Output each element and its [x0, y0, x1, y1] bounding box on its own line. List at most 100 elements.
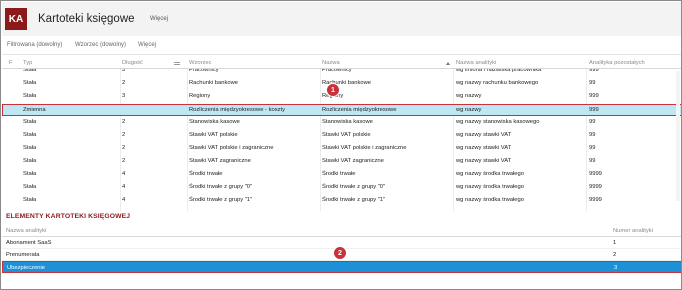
col-nazwa-analityki[interactable]: Nazwa analityki — [6, 228, 46, 234]
callout-badge-2: 2 — [333, 246, 347, 260]
cell-analityka: wg nazwy środka trwałego — [456, 171, 524, 177]
cell-analityka: wg nazwy stawki VAT — [456, 132, 512, 138]
filter-filtrowana[interactable]: Filtrowana (dowolny) — [7, 42, 62, 48]
cell-pozostale: 999 — [589, 69, 599, 73]
table-row[interactable]: Stała 4 Środki trwałe z grupy "0" Środki tr… — [2, 182, 681, 193]
cell-dlugosc: 3 — [122, 93, 126, 99]
cell-pozostale: 9999 — [589, 184, 602, 190]
filter-icon[interactable] — [174, 62, 180, 65]
cell-numer: 1 — [613, 240, 617, 246]
callout-badge-1: 1 — [326, 83, 340, 97]
table-row[interactable]: Stała 3 Pracownicy Pracownicy wg imiona i na… — [2, 69, 681, 76]
cell-dlugosc: 2 — [122, 158, 126, 164]
cell-nazwa: Środki trwałe z grupy "0" — [322, 184, 386, 190]
filter-more[interactable]: Więcej — [138, 42, 156, 48]
table-row[interactable]: Stała 4 Środki trwałe z grupy "1" Środki tr… — [2, 195, 681, 206]
table-row[interactable]: Stała 2 Stawki VAT polskie Stawki VAT polsk… — [2, 130, 681, 141]
cell-numer: 3 — [614, 265, 618, 271]
cell-wzorzec: Środki trwałe z grupy "0" — [189, 184, 253, 190]
cell-analityka: wg nazwy — [456, 93, 482, 99]
cell-nazwa: Środki trwałe — [322, 171, 356, 177]
cell-typ: Stała — [23, 80, 37, 86]
table-row[interactable]: Stała 2 Stanowiska kasowe Stanowiska kasowe… — [2, 117, 681, 128]
title-bar: KA Kartoteki księgowe Więcej — [2, 2, 681, 36]
cell-nazwa: Ubezpieczenie — [7, 265, 46, 271]
table-row[interactable]: Stała 2 Stawki VAT zagraniczne Stawki VAT z… — [2, 156, 681, 167]
cell-analityka: wg nazwy stanowiska kasowego — [456, 119, 540, 125]
cell-wzorzec: Regiony — [189, 93, 211, 99]
cell-wzorzec: Stawki VAT polskie — [189, 132, 238, 138]
cell-dlugosc: 3 — [122, 69, 126, 73]
cell-typ: Stała — [23, 132, 37, 138]
section-title: ELEMENTY KARTOTEKI KSIĘGOWEJ — [6, 213, 131, 220]
cell-dlugosc: 4 — [122, 197, 126, 203]
cell-pozostale: 9999 — [589, 197, 602, 203]
list-item-selected[interactable]: Ubezpieczenie 3 — [2, 261, 681, 273]
table-row[interactable]: Stała 2 Stawki VAT polskie i zagraniczne St… — [2, 143, 681, 154]
cell-analityka: wg nazwy stawki VAT — [456, 145, 512, 151]
cell-typ: Zmienna — [23, 107, 46, 113]
col-numer-analityki[interactable]: Numer analityki — [613, 228, 653, 234]
cell-nazwa: Środki trwałe z grupy "1" — [322, 197, 386, 203]
col-typ[interactable]: Typ — [23, 60, 32, 66]
col-wzorzec[interactable]: Wzorzec — [189, 60, 212, 66]
cell-wzorzec: Stanowiska kasowe — [189, 119, 240, 125]
table-header: F Typ Długość Wzorzec Nazwa Nazwa analit… — [2, 58, 681, 69]
cell-dlugosc: 4 — [122, 184, 126, 190]
app-window: KA Kartoteki księgowe Więcej Filtrowana … — [0, 0, 682, 290]
table-row[interactable]: Stała 4 Środki trwałe Środki trwałe wg nazwy… — [2, 169, 681, 180]
cell-typ: Stała — [23, 69, 37, 73]
table-row[interactable]: Stała3RegionyRegionywg nazwy999 — [2, 91, 681, 102]
cell-nazwa: Pracownicy — [322, 69, 352, 73]
col-nazwa[interactable]: Nazwa — [322, 60, 340, 66]
cell-analityka: wg nazwy — [456, 107, 482, 113]
col-analityka-pozostalych[interactable]: Analityka pozostałych — [589, 60, 645, 66]
cell-pozostale: 99 — [589, 132, 596, 138]
cell-dlugosc: 2 — [122, 145, 126, 151]
cell-nazwa: Rozliczenia międzyokresowe — [322, 107, 397, 113]
filter-wzorzec[interactable]: Wzorzec (dowolny) — [75, 42, 126, 48]
cell-pozostale: 99 — [589, 119, 596, 125]
cell-wzorzec: Pracownicy — [189, 69, 219, 73]
cell-dlugosc: 4 — [122, 171, 126, 177]
cell-typ: Stała — [23, 171, 37, 177]
elements-header: Nazwa analityki Numer analityki — [2, 226, 681, 237]
vertical-scrollbar[interactable] — [676, 71, 680, 201]
col-dlugosc[interactable]: Długość — [122, 60, 143, 66]
cell-analityka: wg imiona i nazwiska pracownika — [456, 69, 542, 73]
cell-pozostale: 99 — [589, 158, 596, 164]
cell-wzorzec: Rachunki bankowe — [189, 80, 238, 86]
cell-typ: Stała — [23, 93, 37, 99]
cell-nazwa: Stawki VAT zagraniczne — [322, 158, 384, 164]
table-row[interactable]: Stała 2 Rachunki bankowe Rachunki bankowe wg… — [2, 78, 681, 89]
cell-nazwa: Stawki VAT polskie — [322, 132, 371, 138]
sort-asc-icon[interactable] — [446, 62, 450, 65]
cell-nazwa: Stawki VAT polskie i zagraniczne — [322, 145, 407, 151]
cell-wzorzec: Środki trwałe z grupy "1" — [189, 197, 253, 203]
cell-pozostale: 99 — [589, 80, 596, 86]
cell-dlugosc: 2 — [122, 80, 126, 86]
col-f[interactable]: F — [9, 60, 13, 66]
page-title: Kartoteki księgowe — [38, 13, 135, 25]
cell-typ: Stała — [23, 197, 37, 203]
cell-wzorzec: Rozliczenia międzyokresowe - koszty — [189, 107, 286, 113]
cell-dlugosc: 2 — [122, 132, 126, 138]
cell-pozostale: 99 — [589, 145, 596, 151]
more-link[interactable]: Więcej — [150, 16, 168, 22]
cell-wzorzec: Stawki VAT zagraniczne — [189, 158, 251, 164]
cell-nazwa: Prenumerata — [6, 252, 40, 258]
cell-pozostale: 999 — [589, 107, 599, 113]
cell-numer: 2 — [613, 252, 617, 258]
col-nazwa-analityki[interactable]: Nazwa analityki — [456, 60, 496, 66]
cell-analityka: wg nazwy stawki VAT — [456, 158, 512, 164]
cell-analityka: wg nazwy środka trwałego — [456, 197, 524, 203]
cell-typ: Stała — [23, 158, 37, 164]
cell-nazwa: Stanowiska kasowe — [322, 119, 373, 125]
kartoteki-table: F Typ Długość Wzorzec Nazwa Nazwa analit… — [2, 58, 681, 211]
cell-pozostale: 999 — [589, 93, 599, 99]
cell-analityka: wg nazwy środka trwałego — [456, 184, 524, 190]
table-row-selected[interactable]: Zmienna Rozliczenia międzyokresowe - kosz… — [2, 104, 681, 116]
cell-wzorzec: Stawki VAT polskie i zagraniczne — [189, 145, 274, 151]
cell-dlugosc: 2 — [122, 119, 126, 125]
cell-analityka: wg nazwy rachunku bankowego — [456, 80, 539, 86]
